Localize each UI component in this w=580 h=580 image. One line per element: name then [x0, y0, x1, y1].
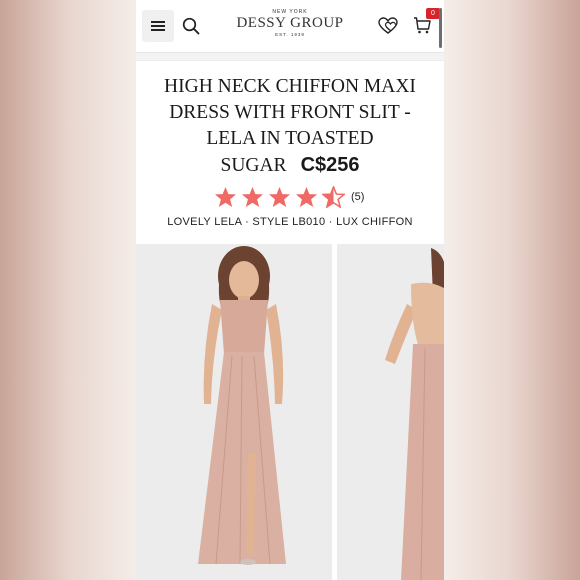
- top-navigation-bar: NEW YORK DESSY GROUP EST. 1939 0: [136, 0, 444, 53]
- product-image-front[interactable]: [136, 244, 332, 580]
- logo-est-text: EST. 1939: [275, 32, 305, 37]
- star-rating[interactable]: (5): [214, 184, 364, 210]
- product-subline: LOVELY LELA · STYLE LB010 · LUX CHIFFON: [167, 216, 413, 228]
- product-image-back[interactable]: [337, 244, 444, 580]
- brand-logo[interactable]: NEW YORK DESSY GROUP EST. 1939: [226, 9, 354, 38]
- search-icon[interactable]: [182, 17, 200, 35]
- title-line-2: DRESS WITH FRONT SLIT -: [169, 102, 411, 123]
- scrollbar[interactable]: [439, 8, 442, 48]
- cart-count-badge: 0: [426, 8, 440, 19]
- product-page: NEW YORK DESSY GROUP EST. 1939 0 HIGH NE…: [136, 0, 444, 580]
- star-icon: [214, 186, 237, 208]
- breadcrumb: [136, 53, 444, 61]
- star-icon: [295, 186, 318, 208]
- model-front-illustration: [198, 246, 286, 565]
- model-back-illustration: [385, 248, 444, 580]
- star-icon: [241, 186, 264, 208]
- title-line-4: SUGAR: [220, 155, 287, 176]
- title-line-3: LELA IN TOASTED: [206, 128, 374, 149]
- title-line-1: HIGH NECK CHIFFON MAXI: [164, 76, 416, 97]
- review-count[interactable]: (5): [351, 191, 364, 203]
- star-icon: [268, 186, 291, 208]
- menu-icon[interactable]: [142, 10, 174, 42]
- logo-main-text: DESSY GROUP: [236, 15, 344, 31]
- heart-icon[interactable]: [378, 16, 398, 36]
- product-price: C$256: [300, 154, 360, 176]
- product-title: HIGH NECK CHIFFON MAXI DRESS WITH FRONT …: [144, 74, 436, 179]
- half-star-icon: [322, 186, 345, 208]
